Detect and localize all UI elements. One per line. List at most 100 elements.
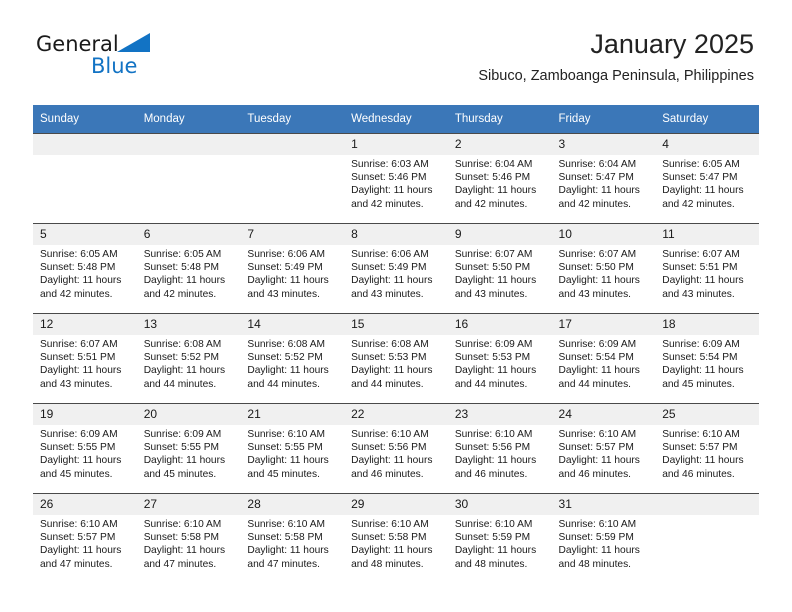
sunrise-text: Sunrise: 6:03 AM [351, 159, 429, 170]
calendar-day-cell[interactable]: 21 Sunrise: 6:10 AM Sunset: 5:55 PM Dayligh… [240, 403, 345, 494]
sunset-text: Sunset: 5:59 PM [454, 532, 531, 544]
day-number: 11 [655, 224, 759, 245]
day-number: 9 [447, 224, 552, 245]
day-number [33, 134, 137, 155]
calendar-day-cell[interactable]: 9 Sunrise: 6:07 AM Sunset: 5:50 PM Daylight… [447, 223, 552, 314]
calendar-day-cell[interactable]: 27 Sunrise: 6:10 AM Sunset: 5:58 PM Dayligh… [136, 493, 241, 583]
sunrise-text: Sunrise: 6:09 AM [40, 429, 118, 440]
sunset-text: Sunset: 5:50 PM [558, 262, 634, 274]
calendar-day-cell[interactable]: 14 Sunrise: 6:08 AM Sunset: 5:52 PM Dayligh… [240, 313, 345, 404]
day-cell-inner [655, 494, 759, 583]
calendar-day-cell[interactable]: 20 Sunrise: 6:09 AM Sunset: 5:55 PM Dayligh… [136, 403, 241, 494]
sunset-text: Sunset: 5:58 PM [143, 532, 220, 544]
title-block: January 2025 Sibuco, Zamboanga Peninsula… [478, 28, 754, 86]
calendar-day-cell[interactable]: 10 Sunrise: 6:07 AM Sunset: 5:50 PM Dayligh… [551, 223, 656, 314]
daylight-text: Daylight: 11 hours and 43 minutes. [40, 365, 122, 390]
day-sun-info: Sunrise: 6:10 AM Sunset: 5:55 PM Daylight:… [240, 425, 344, 481]
sunset-text: Sunset: 5:55 PM [40, 442, 116, 454]
sunset-text: Sunset: 5:48 PM [40, 262, 116, 274]
calendar-day-cell[interactable]: 25 Sunrise: 6:10 AM Sunset: 5:57 PM Dayligh… [655, 403, 759, 494]
day-cell-inner: 13 Sunrise: 6:08 AM Sunset: 5:52 PM Dayligh… [136, 314, 241, 403]
daylight-text: Daylight: 11 hours and 42 minutes. [351, 185, 433, 210]
calendar-day-cell[interactable]: 8 Sunrise: 6:06 AM Sunset: 5:49 PM Daylight… [344, 223, 448, 314]
day-number: 22 [344, 404, 448, 425]
day-sun-info: Sunrise: 6:10 AM Sunset: 5:59 PM Daylight:… [552, 515, 656, 571]
calendar-day-cell[interactable]: 17 Sunrise: 6:09 AM Sunset: 5:54 PM Dayligh… [551, 313, 656, 404]
sunset-text: Sunset: 5:56 PM [454, 442, 531, 454]
calendar-day-cell[interactable]: 23 Sunrise: 6:10 AM Sunset: 5:56 PM Dayligh… [447, 403, 552, 494]
day-sun-info: Sunrise: 6:09 AM Sunset: 5:54 PM Daylight:… [655, 335, 759, 391]
calendar-week-row: 12 Sunrise: 6:07 AM Sunset: 5:51 PM Dayligh… [33, 313, 759, 404]
daylight-text: Daylight: 11 hours and 48 minutes. [454, 545, 537, 570]
calendar-day-cell[interactable]: 30 Sunrise: 6:10 AM Sunset: 5:59 PM Dayligh… [447, 493, 552, 583]
day-number: 8 [344, 224, 448, 245]
sunset-text: Sunset: 5:57 PM [40, 532, 116, 544]
day-number: 28 [240, 494, 345, 515]
daylight-text: Daylight: 11 hours and 44 minutes. [247, 365, 329, 390]
day-cell-inner: 9 Sunrise: 6:07 AM Sunset: 5:50 PM Daylight… [447, 224, 552, 313]
sunrise-text: Sunrise: 6:07 AM [558, 249, 637, 260]
daylight-text: Daylight: 11 hours and 42 minutes. [40, 275, 122, 300]
day-number [240, 134, 345, 155]
day-cell-inner: 6 Sunrise: 6:05 AM Sunset: 5:48 PM Daylight… [136, 224, 241, 313]
sunset-text: Sunset: 5:52 PM [143, 352, 220, 364]
daylight-text: Daylight: 11 hours and 47 minutes. [40, 545, 122, 570]
calendar-day-cell[interactable]: 13 Sunrise: 6:08 AM Sunset: 5:52 PM Dayligh… [136, 313, 241, 404]
calendar-day-cell[interactable]: 3 Sunrise: 6:04 AM Sunset: 5:47 PM Daylight… [551, 133, 656, 224]
calendar-day-cell[interactable]: 28 Sunrise: 6:10 AM Sunset: 5:58 PM Dayligh… [240, 493, 345, 583]
calendar-day-cell[interactable]: 11 Sunrise: 6:07 AM Sunset: 5:51 PM Dayligh… [655, 223, 759, 314]
daylight-text: Daylight: 11 hours and 45 minutes. [662, 365, 744, 390]
day-sun-info: Sunrise: 6:09 AM Sunset: 5:53 PM Daylight:… [448, 335, 552, 391]
calendar-day-cell[interactable]: 15 Sunrise: 6:08 AM Sunset: 5:53 PM Dayligh… [344, 313, 448, 404]
calendar-day-cell[interactable]: 6 Sunrise: 6:05 AM Sunset: 5:48 PM Daylight… [136, 223, 241, 314]
sunrise-text: Sunrise: 6:09 AM [558, 339, 637, 350]
sunset-text: Sunset: 5:47 PM [662, 172, 738, 184]
sunset-text: Sunset: 5:48 PM [143, 262, 220, 274]
calendar-day-cell[interactable]: 7 Sunrise: 6:06 AM Sunset: 5:49 PM Daylight… [240, 223, 345, 314]
calendar-day-cell[interactable]: 2 Sunrise: 6:04 AM Sunset: 5:46 PM Daylight… [447, 133, 552, 224]
day-cell-inner: 10 Sunrise: 6:07 AM Sunset: 5:50 PM Dayligh… [551, 224, 656, 313]
day-sun-info: Sunrise: 6:09 AM Sunset: 5:55 PM Daylight:… [137, 425, 241, 481]
calendar-day-cell[interactable]: 19 Sunrise: 6:09 AM Sunset: 5:55 PM Dayligh… [33, 403, 137, 494]
sunrise-text: Sunrise: 6:04 AM [558, 159, 637, 170]
calendar-day-cell[interactable]: 18 Sunrise: 6:09 AM Sunset: 5:54 PM Dayligh… [655, 313, 759, 404]
daylight-text: Daylight: 11 hours and 48 minutes. [351, 545, 433, 570]
day-cell-inner: 5 Sunrise: 6:05 AM Sunset: 5:48 PM Daylight… [33, 224, 137, 313]
logo-text-blue: Blue [91, 54, 138, 78]
sunset-text: Sunset: 5:57 PM [558, 442, 634, 454]
sunset-text: Sunset: 5:51 PM [40, 352, 116, 364]
sunrise-text: Sunrise: 6:10 AM [454, 519, 533, 530]
day-sun-info: Sunrise: 6:10 AM Sunset: 5:57 PM Daylight:… [655, 425, 759, 481]
daylight-text: Daylight: 11 hours and 46 minutes. [558, 455, 640, 480]
calendar-day-cell[interactable]: 22 Sunrise: 6:10 AM Sunset: 5:56 PM Dayligh… [344, 403, 448, 494]
daylight-text: Daylight: 11 hours and 45 minutes. [40, 455, 122, 480]
sunrise-text: Sunrise: 6:08 AM [351, 339, 429, 350]
weekday-header-tuesday: Tuesday [240, 105, 345, 134]
day-cell-inner: 16 Sunrise: 6:09 AM Sunset: 5:53 PM Dayligh… [447, 314, 552, 403]
day-number: 4 [655, 134, 759, 155]
sunrise-text: Sunrise: 6:07 AM [454, 249, 533, 260]
calendar-day-cell[interactable]: 16 Sunrise: 6:09 AM Sunset: 5:53 PM Dayligh… [447, 313, 552, 404]
calendar-day-cell[interactable]: 31 Sunrise: 6:10 AM Sunset: 5:59 PM Dayligh… [551, 493, 656, 583]
sunrise-text: Sunrise: 6:05 AM [143, 249, 222, 260]
daylight-text: Daylight: 11 hours and 42 minutes. [143, 275, 226, 300]
calendar-week-row: 26 Sunrise: 6:10 AM Sunset: 5:57 PM Dayligh… [33, 493, 759, 583]
general-blue-logo: General Blue [36, 33, 156, 81]
calendar-day-cell[interactable]: 12 Sunrise: 6:07 AM Sunset: 5:51 PM Dayligh… [33, 313, 137, 404]
daylight-text: Daylight: 11 hours and 44 minutes. [558, 365, 640, 390]
calendar-day-cell[interactable]: 5 Sunrise: 6:05 AM Sunset: 5:48 PM Daylight… [33, 223, 137, 314]
calendar-day-cell[interactable]: 24 Sunrise: 6:10 AM Sunset: 5:57 PM Dayligh… [551, 403, 656, 494]
sunrise-text: Sunrise: 6:10 AM [351, 429, 429, 440]
day-cell-inner: 28 Sunrise: 6:10 AM Sunset: 5:58 PM Dayligh… [240, 494, 345, 583]
calendar-cell-empty [655, 493, 759, 583]
calendar-week-row: 1 Sunrise: 6:03 AM Sunset: 5:46 PM Daylight… [33, 133, 759, 224]
calendar-day-cell[interactable]: 26 Sunrise: 6:10 AM Sunset: 5:57 PM Dayligh… [33, 493, 137, 583]
daylight-text: Daylight: 11 hours and 42 minutes. [454, 185, 537, 210]
calendar-day-cell[interactable]: 1 Sunrise: 6:03 AM Sunset: 5:46 PM Daylight… [344, 133, 448, 224]
day-sun-info: Sunrise: 6:04 AM Sunset: 5:46 PM Daylight:… [448, 155, 552, 211]
day-number: 20 [136, 404, 241, 425]
calendar-day-cell[interactable]: 29 Sunrise: 6:10 AM Sunset: 5:58 PM Dayligh… [344, 493, 448, 583]
calendar-day-cell[interactable]: 4 Sunrise: 6:05 AM Sunset: 5:47 PM Daylight… [655, 133, 759, 224]
day-sun-info: Sunrise: 6:10 AM Sunset: 5:57 PM Daylight:… [33, 515, 137, 571]
day-sun-info: Sunrise: 6:04 AM Sunset: 5:47 PM Daylight:… [552, 155, 656, 211]
